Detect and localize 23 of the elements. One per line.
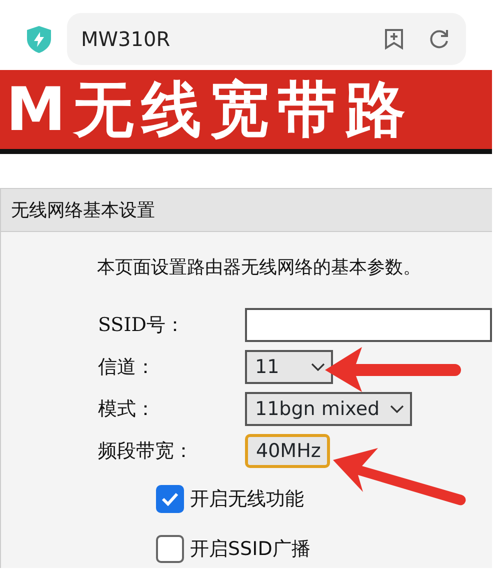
chevron-down-icon [311,363,326,371]
address-bar[interactable]: MW310R [67,13,466,65]
field-label: SSID号： [98,312,186,338]
description-text: 本页面设置路由器无线网络的基本参数。 [96,256,422,280]
checkbox[interactable] [156,485,184,513]
checkbox-label: 开启无线功能 [190,486,304,512]
checkmark-icon [161,492,179,506]
bookmark-add-icon[interactable] [384,28,404,50]
field-label: 模式： [98,396,156,422]
checkbox[interactable] [156,535,184,563]
shield-icon [27,26,51,52]
banner-title: M无线宽带路 [5,75,414,145]
select-dropdown[interactable]: 40MHz [245,434,330,468]
chevron-down-icon [390,405,404,413]
select-dropdown[interactable]: 11 [245,350,334,384]
checkbox-label: 开启SSID广播 [190,536,310,562]
panel-title: 无线网络基本设置 [11,198,155,222]
ssid-field[interactable] [245,308,492,342]
field-label: 频段带宽： [98,438,194,464]
page-title: MW310R [81,26,172,53]
reload-icon[interactable] [428,28,450,50]
field-label: 信道： [98,354,156,380]
select-dropdown[interactable]: 11bgn mixed [245,392,412,426]
